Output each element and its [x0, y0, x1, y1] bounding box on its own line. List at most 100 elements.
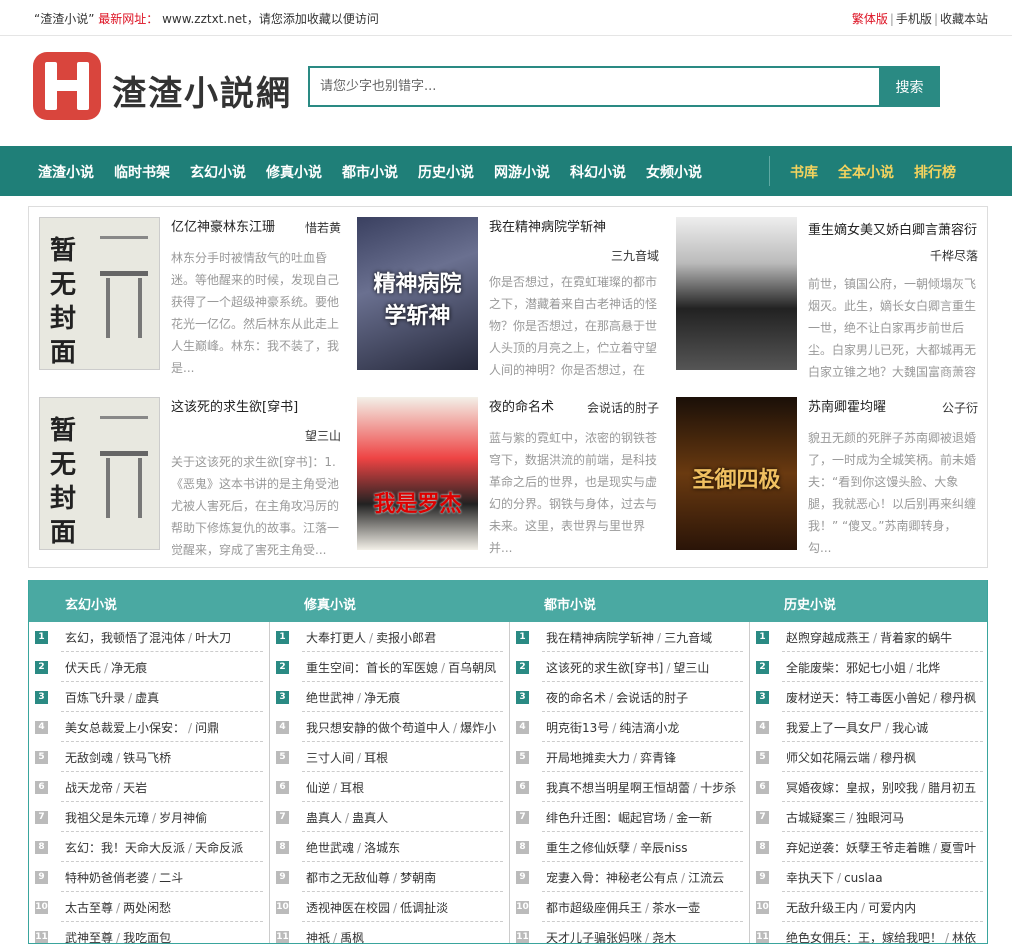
- list-book-author[interactable]: 我心诚: [892, 721, 928, 735]
- list-book-title[interactable]: 重生之修仙妖孽: [546, 841, 630, 855]
- list-book-title[interactable]: 大奉打更人: [306, 631, 366, 645]
- list-book-title[interactable]: 绝世武魂: [306, 841, 354, 855]
- list-book-title[interactable]: 仙逆: [306, 781, 330, 795]
- list-book-title[interactable]: 这该死的求生欲[穿书]: [546, 661, 663, 675]
- list-book-author[interactable]: 十步杀: [700, 781, 736, 795]
- list-book-author[interactable]: 天命反派: [195, 841, 243, 855]
- nav-item-ranking[interactable]: 排行榜: [914, 165, 956, 181]
- list-book-author[interactable]: 天岩: [123, 781, 147, 795]
- list-book-author[interactable]: 背着家的蜗牛: [880, 631, 952, 645]
- list-book-author[interactable]: 腊月初五: [928, 781, 976, 795]
- list-book-title[interactable]: 古城疑案三: [786, 811, 846, 825]
- nav-item-xuanhuan[interactable]: 玄幻小说: [190, 165, 246, 181]
- list-book-title[interactable]: 神祇: [306, 931, 330, 943]
- list-book-title[interactable]: 武神至尊: [65, 931, 113, 943]
- nav-item-xiuzhen[interactable]: 修真小说: [266, 165, 322, 181]
- list-book-title[interactable]: 我在精神病院学斩神: [546, 631, 654, 645]
- category-title[interactable]: 历史小说: [784, 594, 836, 613]
- list-book-author[interactable]: 净无痕: [111, 661, 147, 675]
- list-book-title[interactable]: 废材逆天：特工毒医小兽妃: [786, 691, 930, 705]
- list-book-author[interactable]: 叶大刀: [195, 631, 231, 645]
- category-title[interactable]: 修真小说: [304, 594, 356, 613]
- list-book-title[interactable]: 都市超级座佣兵王: [546, 901, 642, 915]
- list-book-author[interactable]: 耳根: [364, 751, 388, 765]
- nav-item-complete[interactable]: 全本小说: [838, 165, 894, 181]
- mobile-link[interactable]: 手机版: [896, 12, 932, 26]
- list-book-title[interactable]: 绝世武神: [306, 691, 354, 705]
- list-book-title[interactable]: 无敌剑魂: [65, 751, 113, 765]
- list-book-title[interactable]: 无敌升级王内: [786, 901, 858, 915]
- list-book-title[interactable]: 玄幻，我顿悟了混沌体: [65, 631, 185, 645]
- list-book-author[interactable]: 北烨: [916, 661, 940, 675]
- list-book-author[interactable]: 百乌朝凤: [448, 661, 496, 675]
- nav-item-library[interactable]: 书库: [790, 165, 818, 181]
- list-book-author[interactable]: 我吃面包: [123, 931, 171, 943]
- list-book-title[interactable]: 太古至尊: [65, 901, 113, 915]
- list-book-author[interactable]: 铁马飞桥: [123, 751, 171, 765]
- list-book-title[interactable]: 幸执天下: [786, 871, 834, 885]
- list-book-title[interactable]: 绯色升迁图：崛起官场: [546, 811, 666, 825]
- list-book-title[interactable]: 玄幻：我！天命大反派: [65, 841, 185, 855]
- list-book-author[interactable]: 低调扯淡: [400, 901, 448, 915]
- list-book-author[interactable]: 会说话的肘子: [616, 691, 688, 705]
- list-book-title[interactable]: 我祖父是朱元璋: [65, 811, 149, 825]
- list-book-author[interactable]: 可爱内内: [868, 901, 916, 915]
- list-book-author[interactable]: 两处闲愁: [123, 901, 171, 915]
- list-book-title[interactable]: 美女总裁爱上小保安：: [65, 721, 185, 735]
- list-book-author[interactable]: 耳根: [340, 781, 364, 795]
- list-book-title[interactable]: 都市之无敌仙尊: [306, 871, 390, 885]
- nav-item-wangyou[interactable]: 网游小说: [494, 165, 550, 181]
- list-book-author[interactable]: 卖报小郎君: [376, 631, 436, 645]
- bookmark-link[interactable]: 收藏本站: [940, 12, 988, 26]
- list-book-title[interactable]: 弃妃逆袭：妖孽王爷走着瞧: [786, 841, 930, 855]
- list-book-title[interactable]: 三寸人间: [306, 751, 354, 765]
- list-book-title[interactable]: 透视神医在校园: [306, 901, 390, 915]
- book-title[interactable]: 亿亿神豪林东江珊: [171, 217, 275, 239]
- search-button[interactable]: 搜索: [879, 66, 940, 107]
- list-book-author[interactable]: 夏雪叶: [940, 841, 976, 855]
- list-book-title[interactable]: 师父如花隔云端: [786, 751, 870, 765]
- list-book-author[interactable]: 穆丹枫: [880, 751, 916, 765]
- list-book-author[interactable]: 茶水一壶: [652, 901, 700, 915]
- traditional-link[interactable]: 繁体版: [852, 12, 888, 26]
- book-title[interactable]: 我在精神病院学斩神: [489, 217, 659, 239]
- book-cover[interactable]: 暂无封面: [39, 217, 160, 370]
- list-book-author[interactable]: 洛城东: [364, 841, 400, 855]
- nav-item-bookshelf[interactable]: 临时书架: [114, 165, 170, 181]
- list-book-title[interactable]: 赵煦穿越成燕王: [786, 631, 870, 645]
- list-book-author[interactable]: 问鼎: [195, 721, 219, 735]
- nav-item-home[interactable]: 渣渣小说: [38, 165, 94, 181]
- search-input[interactable]: [308, 66, 880, 107]
- book-title[interactable]: 苏南卿霍均曜: [808, 397, 886, 419]
- list-book-title[interactable]: 伏天氏: [65, 661, 101, 675]
- list-book-author[interactable]: 岁月神偷: [159, 811, 207, 825]
- list-book-title[interactable]: 特种奶爸俏老婆: [65, 871, 149, 885]
- category-title[interactable]: 玄幻小说: [65, 594, 117, 613]
- list-book-author[interactable]: 穆丹枫: [940, 691, 976, 705]
- list-book-author[interactable]: cuslaa: [844, 871, 883, 885]
- list-book-author[interactable]: 金一新: [676, 811, 712, 825]
- list-book-title[interactable]: 百炼飞升录: [65, 691, 125, 705]
- list-book-author[interactable]: 纯洁滴小龙: [619, 721, 679, 735]
- list-book-title[interactable]: 全能废柴：邪妃七小姐: [786, 661, 906, 675]
- list-book-title[interactable]: 绝色女佣兵：王，嫁给我吧！: [786, 931, 942, 943]
- book-cover[interactable]: [676, 217, 797, 370]
- book-title[interactable]: 夜的命名术: [489, 397, 554, 419]
- list-book-title[interactable]: 蛊真人: [306, 811, 342, 825]
- list-book-author[interactable]: 江流云: [688, 871, 724, 885]
- list-book-author[interactable]: 弈青锋: [640, 751, 676, 765]
- list-book-title[interactable]: 重生空间：首长的军医媳: [306, 661, 438, 675]
- book-title[interactable]: 重生嫡女美又娇白卿言萧容衍: [808, 223, 977, 238]
- logo-icon[interactable]: [33, 52, 101, 120]
- list-book-author[interactable]: 禹枫: [340, 931, 364, 943]
- list-book-title[interactable]: 开局地摊卖大力: [546, 751, 630, 765]
- book-cover[interactable]: 我是罗杰: [357, 397, 478, 550]
- list-book-author[interactable]: 三九音域: [664, 631, 712, 645]
- list-book-title[interactable]: 明克街13号: [546, 721, 609, 735]
- list-book-title[interactable]: 宠妻入骨：神秘老公有点: [546, 871, 678, 885]
- list-book-author[interactable]: 望三山: [673, 661, 709, 675]
- book-cover[interactable]: 暂无封面: [39, 397, 160, 550]
- book-cover[interactable]: 精神病院学斩神: [357, 217, 478, 370]
- list-book-title[interactable]: 我爱上了一具女尸: [786, 721, 882, 735]
- book-title[interactable]: 这该死的求生欲[穿书]: [171, 397, 341, 419]
